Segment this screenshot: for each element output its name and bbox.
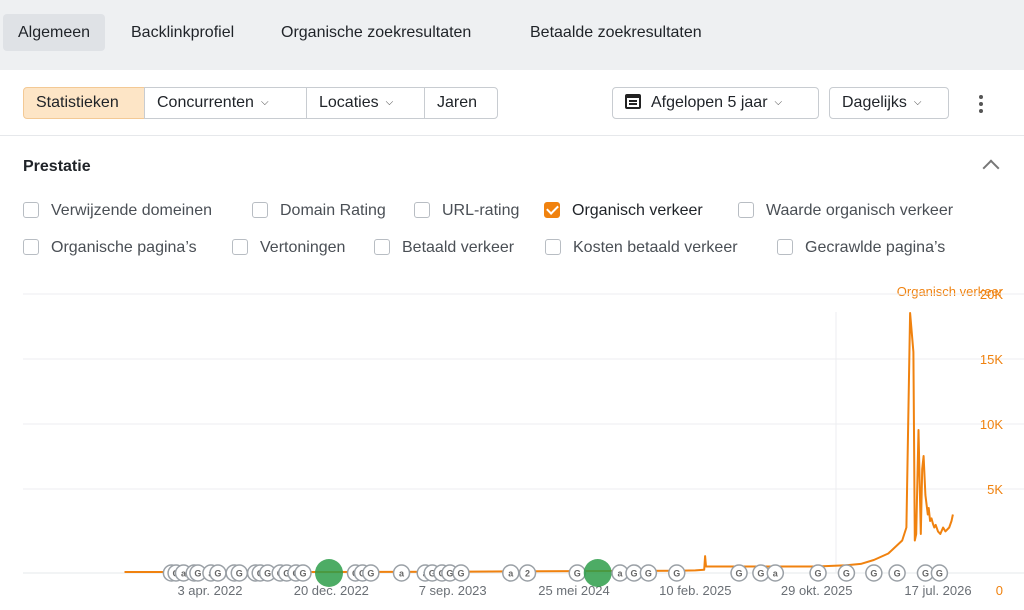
event-marker-label: G [299, 569, 306, 579]
period-label: Afgelopen 5 jaar [651, 94, 768, 111]
event-marker-label: G [757, 569, 764, 579]
segment-years[interactable]: Jaren [424, 87, 498, 119]
event-marker-label: G [645, 569, 652, 579]
segment-locations[interactable]: Locaties ⌵ [306, 87, 425, 119]
event-marker-label: G [815, 569, 822, 579]
toolbar-divider [0, 135, 1024, 136]
event-marker-label: G [574, 569, 581, 579]
calendar-icon [625, 94, 641, 109]
chevron-up-icon[interactable] [982, 159, 1000, 177]
event-marker-label: G [673, 569, 680, 579]
chevron-down-icon: ⌵ [385, 97, 394, 108]
x-tick-label: 7 sep. 2023 [419, 583, 487, 598]
chevron-down-icon: ⌵ [774, 97, 783, 108]
section-title: Prestatie [23, 158, 91, 175]
segment-competitors[interactable]: Concurrenten ⌵ [144, 87, 307, 119]
event-marker-label: G [936, 569, 943, 579]
segment-competitors-label: Concurrenten [157, 94, 254, 111]
y-tick-label: 15K [980, 352, 1003, 367]
tab-backlink-profile[interactable]: Backlinkprofiel [116, 14, 249, 51]
y-tick-label: 10K [980, 417, 1003, 432]
x-tick-label: 3 apr. 2022 [177, 583, 242, 598]
algorithm-update-marker [583, 559, 612, 587]
interval-label: Dagelijks [842, 94, 907, 111]
chevron-down-icon: ⌵ [913, 97, 922, 108]
event-marker-label: G [264, 569, 271, 579]
x-tick-label: 17 jul. 2026 [904, 583, 971, 598]
event-marker-label: G [894, 569, 901, 579]
event-marker-label: G [458, 569, 465, 579]
y-tick-label: 5K [987, 482, 1003, 497]
more-options-icon[interactable] [973, 92, 989, 116]
period-dropdown[interactable]: Afgelopen 5 jaar ⌵ [612, 87, 819, 119]
event-marker-label: G [214, 569, 221, 579]
top-tab-bar: Algemeen Backlinkprofiel Organische zoek… [0, 0, 1024, 70]
series-line-organic-traffic [124, 312, 954, 573]
event-marker-label: G [870, 569, 877, 579]
event-marker-label: G [367, 569, 374, 579]
event-marker-label: G [922, 569, 929, 579]
tab-organic-results[interactable]: Organische zoekresultaten [266, 14, 486, 51]
x-tick-label: 29 okt. 2025 [781, 583, 853, 598]
y-tick-label: 20K [980, 287, 1003, 302]
chevron-down-icon: ⌵ [260, 97, 269, 108]
event-marker-label: G [630, 569, 637, 579]
segment-statistics[interactable]: Statistieken [23, 87, 145, 119]
event-marker-label: G [194, 569, 201, 579]
organic-traffic-chart: Organisch verkeer05K10K15K20K3 apr. 2022… [23, 284, 1024, 598]
tab-paid-results[interactable]: Betaalde zoekresultaten [515, 14, 717, 51]
algorithm-update-marker [315, 559, 344, 587]
segment-locations-label: Locaties [319, 94, 379, 111]
event-marker-label: G [736, 569, 743, 579]
interval-dropdown[interactable]: Dagelijks ⌵ [829, 87, 949, 119]
tab-general[interactable]: Algemeen [3, 14, 106, 51]
event-marker-label: G [236, 569, 243, 579]
event-marker-label: 2 [525, 569, 530, 579]
event-marker-label: G [843, 569, 850, 579]
x-tick-label: 10 feb. 2025 [659, 583, 731, 598]
y-tick-label: 0 [996, 583, 1003, 598]
